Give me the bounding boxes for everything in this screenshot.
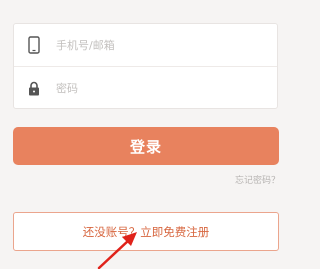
login-button[interactable]: 登录 — [13, 127, 279, 165]
login-form — [13, 23, 278, 109]
forgot-password-link[interactable]: 忘记密码？ — [235, 173, 280, 186]
phone-field-row — [14, 24, 277, 66]
annotation-arrow-icon — [97, 232, 137, 269]
password-input[interactable] — [54, 73, 256, 103]
lock-icon — [14, 67, 54, 109]
phone-email-input[interactable] — [54, 30, 256, 60]
phone-icon — [14, 24, 54, 66]
register-button[interactable]: 还没账号？立即免费注册 — [13, 212, 279, 251]
password-field-row — [14, 66, 277, 109]
